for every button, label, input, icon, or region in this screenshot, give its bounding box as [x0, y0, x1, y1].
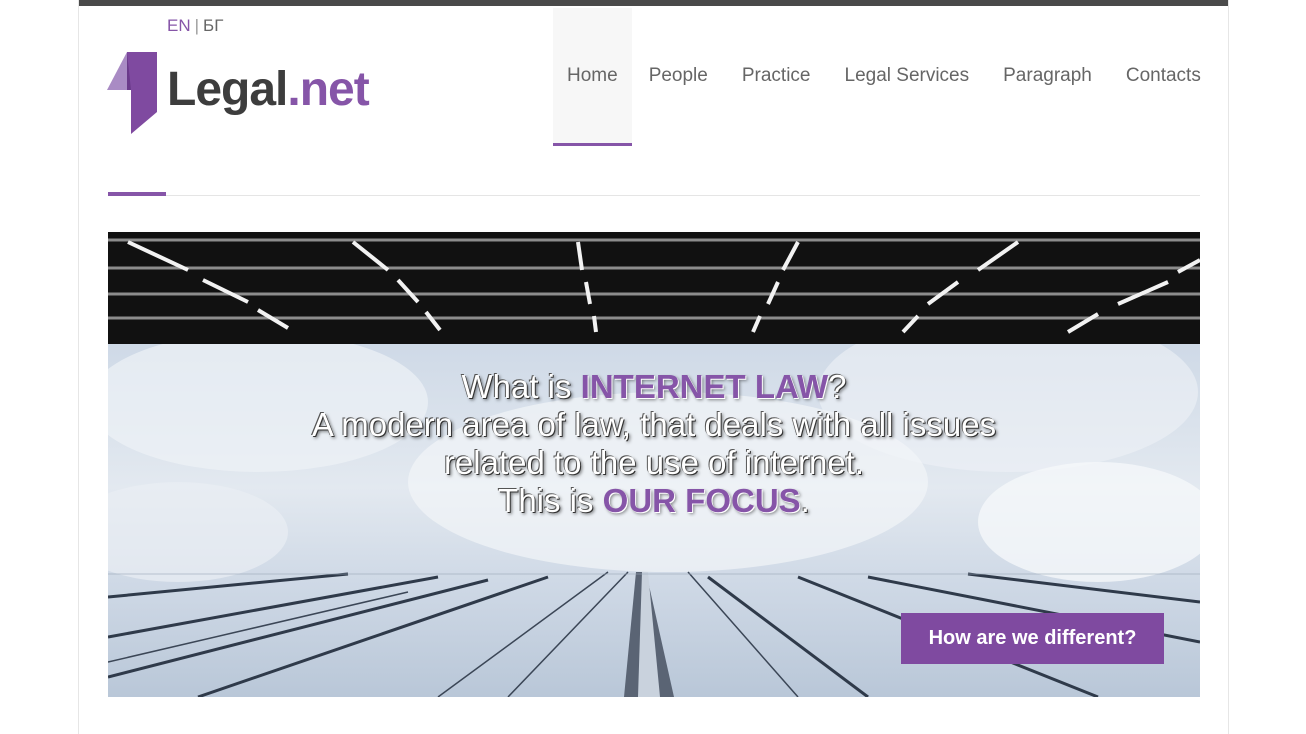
logo-text-accent: .net: [287, 63, 369, 116]
header-divider: [108, 195, 1200, 196]
nav-item-home[interactable]: Home: [553, 8, 632, 146]
lang-en-link[interactable]: EN: [167, 16, 191, 35]
hero-line-4: This is OUR FOCUS.: [108, 482, 1200, 520]
top-bar: [79, 0, 1228, 6]
hero-line-1: What is INTERNET LAW?: [108, 368, 1200, 406]
hero-line-3: related to the use of internet.: [443, 444, 865, 481]
lang-bg-link[interactable]: БГ: [203, 16, 223, 35]
nav-item-paragraph[interactable]: Paragraph: [986, 8, 1109, 144]
hero-line-1-pre: What is: [461, 368, 581, 405]
hero-internet-law: INTERNET LAW: [580, 368, 829, 405]
language-switch: EN | БГ: [167, 16, 223, 36]
nav-item-contacts[interactable]: Contacts: [1109, 8, 1218, 144]
logo-mark-icon: [107, 52, 157, 134]
lang-separator: |: [194, 16, 200, 35]
logo-text-main: Legal: [167, 63, 288, 116]
hero-line-1-post: ?: [828, 368, 847, 405]
hero-line-4-pre: This is: [498, 482, 603, 519]
how-different-button[interactable]: How are we different?: [901, 613, 1164, 664]
nav-item-practice[interactable]: Practice: [725, 8, 828, 144]
hero-line-2: A modern area of law, that deals with al…: [311, 406, 997, 443]
main-nav: Home People Practice Legal Services Para…: [553, 8, 1218, 146]
hero-our-focus: OUR FOCUS: [602, 482, 801, 519]
hero-headline: What is INTERNET LAW? A modern area of l…: [108, 368, 1200, 520]
hero-line-4-post: .: [800, 482, 810, 519]
page-container: EN | БГ Legal.net Home People Practice Leg…: [78, 0, 1229, 734]
nav-item-legal-services[interactable]: Legal Services: [828, 8, 987, 144]
logo-wordmark: Legal.net: [167, 62, 370, 117]
header-divider-accent: [108, 192, 166, 196]
nav-item-people[interactable]: People: [632, 8, 725, 144]
hero-banner: What is INTERNET LAW? A modern area of l…: [108, 232, 1200, 697]
site-logo[interactable]: Legal.net: [107, 50, 397, 136]
